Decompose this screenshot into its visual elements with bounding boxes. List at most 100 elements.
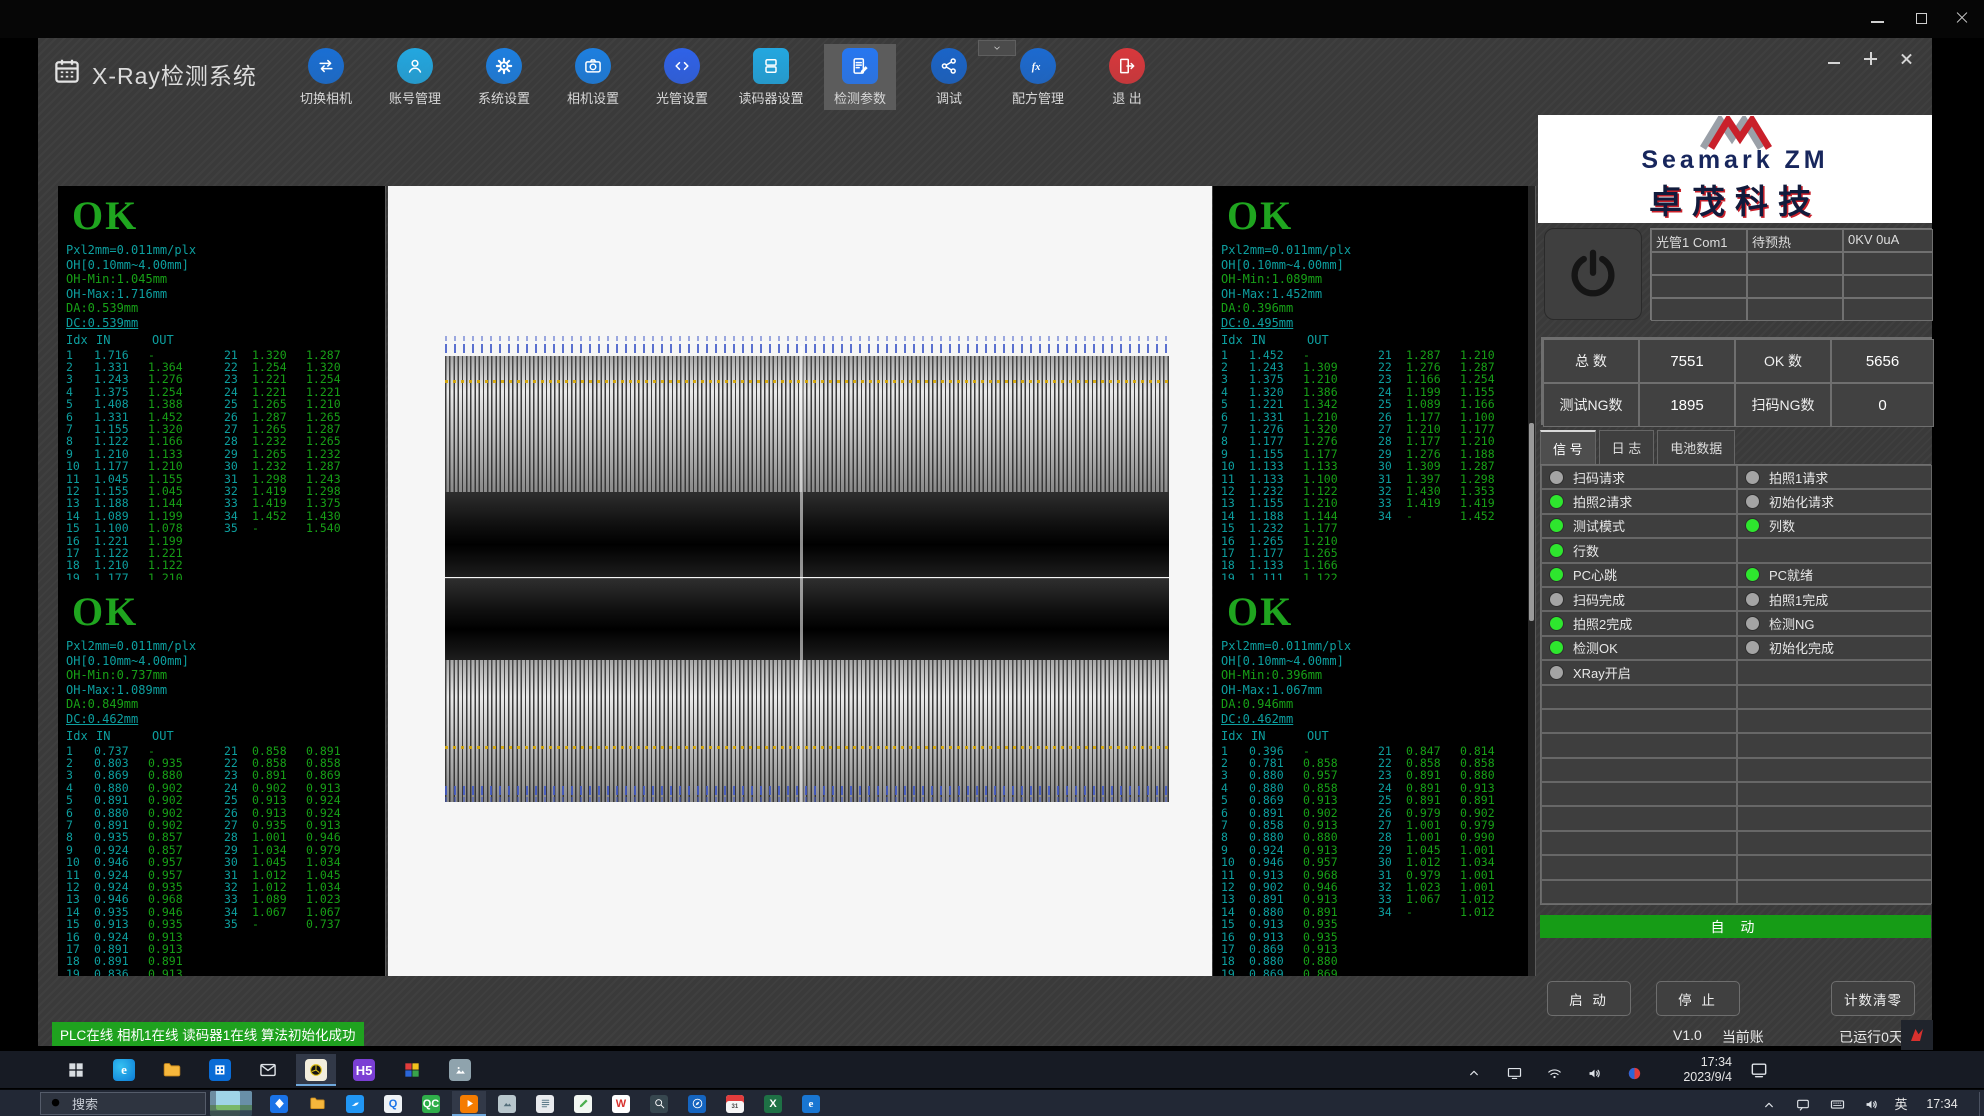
taskbar-notepad-app-button[interactable] xyxy=(528,1091,562,1116)
table-row: 35-1.540 xyxy=(224,522,382,534)
taskbar-excel-app-button[interactable]: X xyxy=(756,1091,790,1116)
taskbar-tiles-app-button[interactable] xyxy=(392,1054,432,1086)
taskbar2-clock[interactable]: 17:34 xyxy=(1918,1091,1966,1116)
taskbar-search-input[interactable]: 搜索 xyxy=(40,1092,206,1115)
auto-mode-banner[interactable]: 自 动 xyxy=(1540,915,1931,938)
toolbar-item-detect-params[interactable]: 检测参数 xyxy=(824,44,896,110)
taskbar-player-app-button[interactable] xyxy=(452,1091,486,1116)
signal-cell: 测试模式 xyxy=(1541,514,1737,538)
city-wallpaper-thumbnail[interactable] xyxy=(210,1091,252,1116)
table-row: 291.0340.979 xyxy=(224,844,382,856)
tray-volume-button[interactable] xyxy=(1574,1057,1614,1089)
app-window-controls xyxy=(1826,50,1916,68)
toolbar-chevron-button[interactable] xyxy=(978,40,1016,56)
measurement-line: DC:0.539mm xyxy=(66,316,385,331)
taskbar-viewer-app-button[interactable] xyxy=(490,1091,524,1116)
taskbar-magnifier-app-button[interactable] xyxy=(642,1091,676,1116)
app-restore-button[interactable] xyxy=(1862,50,1880,68)
table-row: 101.1331.133 xyxy=(1221,460,1378,472)
tray2-tray-chevron-button[interactable] xyxy=(1752,1092,1786,1116)
taskbar-xray-app-button[interactable] xyxy=(296,1054,336,1086)
table-row: 260.9130.924 xyxy=(224,807,382,819)
toolbar-item-switch-camera[interactable]: 切换相机 xyxy=(290,44,362,110)
table-row: 121.1551.045 xyxy=(66,485,224,497)
toolbar-item-label: 相机设置 xyxy=(567,88,619,107)
stop-button[interactable]: 停 止 xyxy=(1656,981,1740,1016)
toolbar-item-tube-setting[interactable]: 光管设置 xyxy=(646,44,718,110)
signal-cell xyxy=(1737,855,1932,879)
xray-power-button[interactable] xyxy=(1544,228,1642,320)
app-close-button[interactable] xyxy=(1898,50,1916,68)
tray-tray-chevron-button[interactable] xyxy=(1454,1057,1494,1089)
taskbar-start-button[interactable] xyxy=(56,1054,96,1086)
measurement-table: 11.452-21.2431.30931.3751.21041.3201.386… xyxy=(1221,349,1535,580)
taskbar-store-button[interactable]: ⊞ xyxy=(200,1054,240,1086)
measurement-line: Pxl2mm=0.011mm/plx xyxy=(66,639,385,654)
taskbar-kite-app-button[interactable] xyxy=(262,1091,296,1116)
taskbar-mail-button[interactable] xyxy=(248,1054,288,1086)
tray2-keyboard-button[interactable] xyxy=(1820,1092,1854,1116)
taskbar-calendar-app-button[interactable]: 31 xyxy=(718,1091,752,1116)
measurement-line: DA:0.946mm xyxy=(1221,697,1535,712)
tab-电池数据[interactable]: 电池数据 xyxy=(1657,430,1735,464)
taskbar-file-explorer-button[interactable] xyxy=(152,1054,192,1086)
tray-tray-app-button[interactable] xyxy=(1614,1057,1654,1089)
count-reset-button[interactable]: 计数清零 xyxy=(1831,981,1915,1016)
outer-minimize-button[interactable] xyxy=(1868,8,1888,28)
taskbar-clock[interactable]: 17:34 2023/9/4 xyxy=(1683,1051,1732,1089)
table-row: 51.4081.388 xyxy=(66,398,224,410)
counters-table: 总 数 7551 OK 数 5656 测试NG数 1895 扫码NG数 0 xyxy=(1541,337,1932,425)
outer-maximize-button[interactable] xyxy=(1912,8,1932,28)
signal-cell: PC心跳 xyxy=(1541,563,1737,587)
toolbar-item-camera-setting[interactable]: 相机设置 xyxy=(557,44,629,110)
tab-日志[interactable]: 日 志 xyxy=(1599,430,1655,464)
toolbar-item-debug[interactable]: 调试 xyxy=(913,44,985,110)
results-scrollbar[interactable] xyxy=(1528,186,1535,976)
taskbar-compass-app-button[interactable] xyxy=(680,1091,714,1116)
app-minimize-button[interactable] xyxy=(1826,50,1844,68)
table-row: 321.0231.001 xyxy=(1378,881,1535,893)
toolbar-item-exit[interactable]: 退 出 xyxy=(1091,44,1163,110)
taskbar-folder-app-button[interactable] xyxy=(300,1091,334,1116)
tube-status-row: 光管1 Com1待预热0KV 0uA xyxy=(1538,228,1932,320)
tray2-volume-button[interactable] xyxy=(1854,1092,1888,1116)
tray-wifi-button[interactable] xyxy=(1534,1057,1574,1089)
taskbar-editor-app-button[interactable] xyxy=(566,1091,600,1116)
table-row: 140.9350.946 xyxy=(66,906,224,918)
left-results-column: OKPxl2mm=0.011mm/plxOH[0.10mm~4.00mm]OH-… xyxy=(58,186,386,976)
tray2-chat-button[interactable] xyxy=(1786,1092,1820,1116)
control-sidebar: Seamark ZM 卓茂科技 光管1 Com1待预热0KV 0uA 总 数 7… xyxy=(1538,115,1933,1046)
toolbar-item-reader-setting[interactable]: 读码器设置 xyxy=(735,44,807,110)
xray-image-viewport[interactable] xyxy=(388,186,1212,976)
signal-cell xyxy=(1541,855,1737,879)
taskbar-photos-app-button[interactable] xyxy=(440,1054,480,1086)
taskbar-qc-app-button[interactable]: QC xyxy=(414,1091,448,1116)
tab-信号[interactable]: 信 号 xyxy=(1540,430,1596,464)
table-row: 241.2211.221 xyxy=(224,386,382,398)
start-button[interactable]: 启 动 xyxy=(1547,981,1631,1016)
taskbar-edge-button[interactable]: e xyxy=(104,1054,144,1086)
taskbar-bird-app-button[interactable] xyxy=(338,1091,372,1116)
show-desktop-button[interactable] xyxy=(1979,1092,1984,1116)
tray-language-indicator[interactable]: 英 xyxy=(1884,1091,1918,1116)
notification-center-button[interactable] xyxy=(1739,1054,1779,1086)
taskbar-ie-app-button[interactable]: e xyxy=(794,1091,828,1116)
signal-cell xyxy=(1737,660,1932,684)
taskbar-h5-app-button[interactable]: H5 xyxy=(344,1054,384,1086)
table-row: 60.8910.902 xyxy=(1221,807,1378,819)
table-row: 301.0121.034 xyxy=(1378,856,1535,868)
tube-empty-cell xyxy=(1651,252,1747,275)
tray-monitor-button[interactable] xyxy=(1494,1057,1534,1089)
toolbar-item-account[interactable]: 账号管理 xyxy=(379,44,451,110)
measurement-line: DC:0.462mm xyxy=(66,712,385,727)
taskbar-q-browser-button[interactable]: Q xyxy=(376,1091,410,1116)
toolbar-item-system[interactable]: 系统设置 xyxy=(468,44,540,110)
toolbar: 切换相机账号管理系统设置相机设置光管设置读码器设置检测参数调试fx配方管理退 出 xyxy=(290,44,1163,110)
scan-ng-count-value: 0 xyxy=(1831,383,1934,427)
signal-cell: 检测OK xyxy=(1541,636,1737,660)
taskbar-wps-app-button[interactable]: W xyxy=(604,1091,638,1116)
logo-company-text: 卓茂科技 xyxy=(1649,175,1821,223)
signal-indicator-off xyxy=(1745,640,1760,655)
signal-indicator-off xyxy=(1549,592,1564,607)
outer-close-button[interactable] xyxy=(1952,8,1972,28)
